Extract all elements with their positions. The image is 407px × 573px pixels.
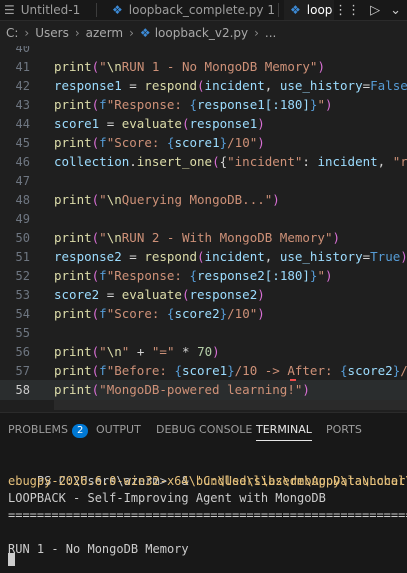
python-icon: ❖ bbox=[290, 3, 301, 17]
tab-untitled-1[interactable]: ☰ Untitled-1 bbox=[4, 0, 80, 20]
breadcrumb-item[interactable]: azerm bbox=[86, 26, 123, 40]
line-number: 57 bbox=[15, 364, 30, 378]
code-line[interactable]: 50 print("\nRUN 2 - With MongoDB Memory") bbox=[0, 228, 407, 248]
tab-debug-console[interactable]: DEBUG CONSOLE bbox=[156, 423, 252, 436]
code-line[interactable]: 53 score2 = evaluate(response2) bbox=[0, 285, 407, 305]
code-line[interactable]: 58 print("MongoDB-powered learning!") bbox=[0, 380, 407, 400]
breadcrumb-item[interactable]: loopback_v2.py bbox=[155, 26, 248, 40]
line-number: 53 bbox=[15, 288, 30, 302]
code-line[interactable]: 48 print("\nQuerying MongoDB...") bbox=[0, 190, 407, 210]
tab-label: Untitled-1 bbox=[20, 3, 81, 17]
tab-separator bbox=[278, 3, 279, 17]
error-squiggle bbox=[290, 375, 296, 381]
editor-tab-bar: ☰ Untitled-1 ❖ loopback_complete.py 1 ❖ … bbox=[0, 0, 407, 21]
chevron-right-icon: › bbox=[129, 26, 134, 40]
line-number: 43 bbox=[15, 98, 30, 112]
line-number: 54 bbox=[15, 307, 30, 321]
code-line[interactable]: 47 bbox=[0, 171, 407, 191]
line-number: 47 bbox=[15, 174, 30, 188]
code-line[interactable]: 44 score1 = evaluate(response1) bbox=[0, 114, 407, 134]
breadcrumb-item[interactable]: ... bbox=[265, 26, 276, 40]
panel-tab-bar: PROBLEMS 2 OUTPUT DEBUG CONSOLE TERMINAL … bbox=[0, 412, 407, 447]
line-number: 41 bbox=[15, 60, 30, 74]
code-line[interactable]: 49 bbox=[0, 209, 407, 229]
code-text: print(f"Response: {response1[:180]}") bbox=[54, 97, 333, 112]
terminal-line: RUN 1 - No MongoDB Memory bbox=[8, 542, 189, 556]
chevron-down-icon[interactable]: ⌄ bbox=[390, 3, 401, 18]
chevron-right-icon: › bbox=[24, 26, 30, 40]
code-line[interactable]: 42 response1 = respond(incident, use_hist… bbox=[0, 76, 407, 96]
code-text: print("MongoDB-powered learning!") bbox=[54, 382, 310, 397]
code-line[interactable]: 55 bbox=[0, 323, 407, 343]
editor-actions: ⋮⋮ ▷ ⌄ bbox=[334, 0, 407, 20]
code-text: print("\nRUN 2 - With MongoDB Memory") bbox=[54, 230, 341, 245]
python-icon: ❖ bbox=[112, 3, 123, 17]
line-number: 58 bbox=[15, 383, 30, 397]
code-line[interactable]: 57 print(f"Before: {score1}/10 -> After: … bbox=[0, 361, 407, 381]
line-number: 51 bbox=[15, 250, 30, 264]
line-number: 45 bbox=[15, 136, 30, 150]
tab-problems[interactable]: PROBLEMS 2 bbox=[8, 423, 89, 438]
code-text: score1 = evaluate(response1) bbox=[54, 116, 265, 131]
problems-count-badge: 2 bbox=[72, 424, 89, 438]
code-text: print("\nQuerying MongoDB...") bbox=[54, 192, 280, 207]
tab-ports[interactable]: PORTS bbox=[326, 423, 362, 436]
terminal-line: ebugpy-2026.6.0-win32-x64\bundled\libs\d… bbox=[8, 474, 407, 488]
tab-separator bbox=[96, 3, 97, 17]
tab-label: loopback_complete.py 1 bbox=[128, 3, 275, 17]
more-icon[interactable]: ⋮⋮ bbox=[334, 3, 360, 18]
code-text: print(f"Score: {score1}/10") bbox=[54, 135, 265, 150]
run-debug-icon[interactable]: ▷ bbox=[370, 3, 380, 18]
breadcrumb-item[interactable]: Users bbox=[35, 26, 69, 40]
line-number: 44 bbox=[15, 117, 30, 131]
line-number: 52 bbox=[15, 269, 30, 283]
code-line[interactable]: 51 response2 = respond(incident, use_hist… bbox=[0, 247, 407, 267]
code-text: print(f"Score: {score2}/10") bbox=[54, 306, 265, 321]
code-line[interactable]: 56 print("\n" + "=" * 70) bbox=[0, 342, 407, 362]
terminal[interactable]: PS C:\Users\azerm> & 'C:\Users\azerm\App… bbox=[0, 446, 407, 573]
code-text: print(f"Response: {response2[:180]}") bbox=[54, 268, 333, 283]
code-line[interactable]: 41 print("\nRUN 1 - No MongoDB Memory") bbox=[0, 57, 407, 77]
python-icon: ❖ bbox=[139, 26, 151, 40]
code-line[interactable]: 43 print(f"Response: {response1[:180]}") bbox=[0, 95, 407, 115]
line-number: 48 bbox=[15, 193, 30, 207]
code-text: response1 = respond(incident, use_histor… bbox=[54, 78, 407, 93]
tab-label: loop bbox=[306, 3, 333, 17]
code-line[interactable]: 46 collection.insert_one({"incident": inc… bbox=[0, 152, 407, 172]
chevron-right-icon: › bbox=[74, 26, 80, 40]
code-text: print("\nRUN 1 - No MongoDB Memory") bbox=[54, 59, 325, 74]
terminal-line: LOOPBACK - Self-Improving Agent with Mon… bbox=[8, 491, 326, 505]
code-editor[interactable]: 40 41 print("\nRUN 1 - No MongoDB Memory")… bbox=[0, 46, 407, 406]
line-number: 55 bbox=[15, 326, 30, 340]
code-text: score2 = evaluate(response2) bbox=[54, 287, 265, 302]
file-icon: ☰ bbox=[4, 3, 15, 17]
code-text: collection.insert_one({"incident": incid… bbox=[54, 154, 407, 169]
line-number: 46 bbox=[15, 155, 30, 169]
breadcrumb: C: › Users › azerm › ❖ loopback_v2.py › … bbox=[0, 22, 407, 44]
line-number: 49 bbox=[15, 212, 30, 226]
line-number: 56 bbox=[15, 345, 30, 359]
code-line[interactable]: 52 print(f"Response: {response2[:180]}") bbox=[0, 266, 407, 286]
code-line[interactable]: 45 print(f"Score: {score1}/10") bbox=[0, 133, 407, 153]
breadcrumb-item[interactable]: C: bbox=[6, 26, 18, 40]
tab-label: PROBLEMS bbox=[8, 423, 69, 436]
horizontal-scrollbar[interactable] bbox=[54, 400, 407, 410]
chevron-right-icon: › bbox=[254, 26, 259, 40]
tab-loopback-v2[interactable]: ❖ loop bbox=[284, 0, 339, 20]
line-number: 50 bbox=[15, 231, 30, 245]
tab-loopback-complete[interactable]: ❖ loopback_complete.py 1 bbox=[112, 0, 275, 20]
code-line[interactable]: 54 print(f"Score: {score2}/10") bbox=[0, 304, 407, 324]
code-text: print("\n" + "=" * 70) bbox=[54, 344, 220, 359]
terminal-cursor bbox=[8, 553, 15, 566]
code-text: print(f"Before: {score1}/10 -> After: {s… bbox=[54, 363, 407, 378]
code-text: response2 = respond(incident, use_histor… bbox=[54, 249, 407, 264]
terminal-line: ========================================… bbox=[8, 508, 407, 522]
tab-terminal[interactable]: TERMINAL bbox=[256, 423, 312, 441]
line-number: 42 bbox=[15, 79, 30, 93]
tab-output[interactable]: OUTPUT bbox=[96, 423, 141, 436]
